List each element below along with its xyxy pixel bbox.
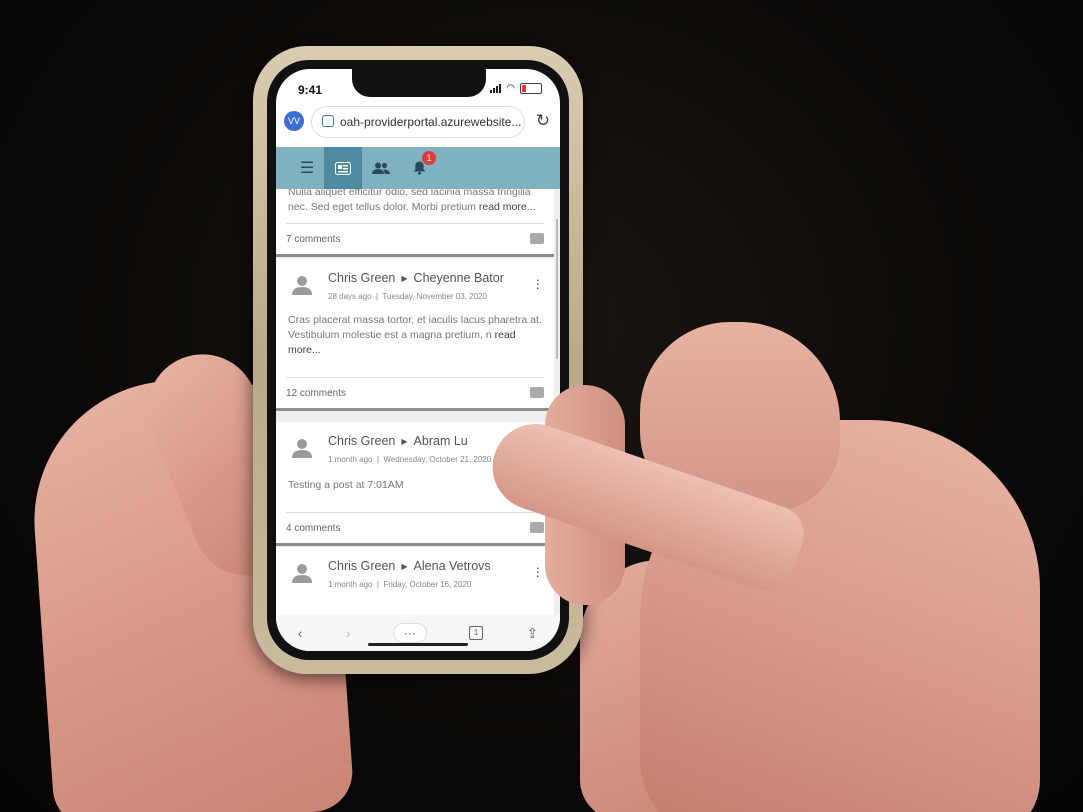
notification-badge: 1 <box>422 151 436 165</box>
forward-icon[interactable]: › <box>346 625 351 641</box>
comment-count[interactable]: 12 comments <box>286 388 346 399</box>
post-footer: 12 comments <box>286 377 544 408</box>
post-header: Chris Green ▶ Alena Vetrovs 1 month ago | … <box>276 547 554 593</box>
post-author[interactable]: Chris Green <box>328 271 395 285</box>
account-avatar[interactable]: VV <box>284 111 304 131</box>
people-button[interactable] <box>362 147 400 189</box>
post-recipient[interactable]: Abram Lu <box>414 434 468 448</box>
comment-count[interactable]: 4 comments <box>286 523 340 534</box>
post-header: Chris Green ▶ Cheyenne Bator 28 days ago |… <box>276 259 554 305</box>
post-card: Chris Green ▶ Alena Vetrovs 1 month ago | … <box>276 547 554 615</box>
post-feed[interactable]: Nulla aliquet efficitur odio, sed lacini… <box>276 189 560 615</box>
post-author[interactable]: Chris Green <box>328 434 395 448</box>
home-indicator <box>368 643 468 646</box>
post-relative-time: 1 month ago <box>328 455 373 464</box>
avatar <box>292 276 312 295</box>
signal-icon <box>490 84 502 93</box>
read-more-link[interactable]: read more... <box>479 201 536 213</box>
post-date: Tuesday, November 03, 2020 <box>382 292 487 301</box>
back-icon[interactable]: ‹ <box>298 625 303 641</box>
phone-bezel: 9:41 ◠ VV oah-providerportal.azurewebsit… <box>267 60 569 660</box>
feed-button[interactable] <box>324 147 362 189</box>
post-footer: 4 comments <box>286 512 544 543</box>
phone-screen: 9:41 ◠ VV oah-providerportal.azurewebsit… <box>276 69 560 651</box>
people-icon <box>372 162 390 174</box>
post-relative-time: 28 days ago <box>328 292 372 301</box>
post-recipient[interactable]: Cheyenne Bator <box>414 271 504 285</box>
notifications-button[interactable]: 1 <box>400 147 438 189</box>
browser-url-bar: VV oah-providerportal.azurewebsite... ↻ <box>276 103 560 147</box>
smartphone: 9:41 ◠ VV oah-providerportal.azurewebsit… <box>253 46 583 674</box>
avatar <box>292 564 312 583</box>
reload-icon[interactable]: ↻ <box>536 111 550 131</box>
triangle-right-icon: ▶ <box>401 437 408 446</box>
address-field[interactable]: oah-providerportal.azurewebsite... <box>312 107 524 137</box>
comment-icon[interactable] <box>530 522 544 533</box>
post-body: Testing a post at 7:01AM <box>288 479 404 491</box>
post-relative-time: 1 month ago <box>328 580 373 589</box>
more-button[interactable]: ··· <box>393 624 426 642</box>
tabs-button[interactable]: 1 <box>469 626 484 640</box>
post-card: Nulla aliquet efficitur odio, sed lacini… <box>276 189 554 257</box>
post-date: Friday, October 16, 2020 <box>383 580 472 589</box>
news-card-icon <box>335 161 351 175</box>
scrollbar[interactable] <box>556 219 558 359</box>
post-recipient[interactable]: Alena Vetrovs <box>414 559 491 573</box>
more-vert-icon[interactable]: · · · <box>535 272 540 294</box>
status-icons: ◠ <box>490 83 542 94</box>
menu-button[interactable]: ☰ <box>288 147 326 189</box>
triangle-right-icon: ▶ <box>401 274 408 283</box>
photo-scene: 9:41 ◠ VV oah-providerportal.azurewebsit… <box>0 0 1083 812</box>
post-card: Chris Green ▶ Cheyenne Bator 28 days ago |… <box>276 259 554 411</box>
wifi-icon: ◠ <box>506 83 515 94</box>
comment-icon[interactable] <box>530 233 544 244</box>
triangle-right-icon: ▶ <box>401 562 408 571</box>
status-time: 9:41 <box>298 83 323 97</box>
more-vert-icon[interactable]: · · · <box>535 560 540 582</box>
share-icon[interactable]: ⇪ <box>527 625 539 642</box>
battery-icon <box>520 83 542 94</box>
post-date: Wednesday, October 21, 2020 <box>383 455 492 464</box>
comment-count[interactable]: 7 comments <box>286 234 340 245</box>
lock-icon <box>322 115 334 127</box>
app-toolbar: ☰ 1 <box>276 147 560 189</box>
notch <box>352 69 486 97</box>
post-footer: 7 comments <box>286 223 544 254</box>
url-text: oah-providerportal.azurewebsite... <box>340 115 522 129</box>
avatar <box>292 439 312 458</box>
comment-icon[interactable] <box>530 387 544 398</box>
hamburger-icon: ☰ <box>299 160 315 177</box>
post-author[interactable]: Chris Green <box>328 559 395 573</box>
